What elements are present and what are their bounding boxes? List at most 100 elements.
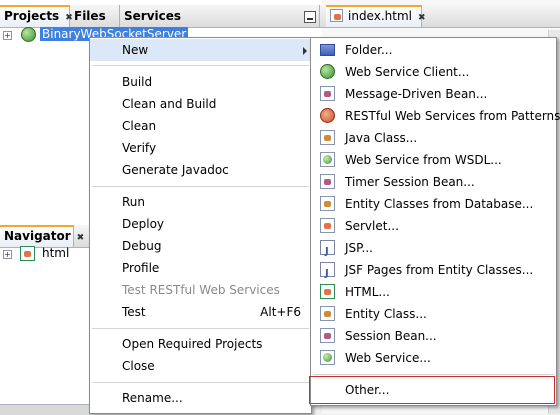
menu-item-label: Debug xyxy=(122,239,162,253)
menu-item-label: Open Required Projects xyxy=(122,337,263,351)
menu-item-label: Profile xyxy=(122,261,160,275)
submenu-item-label: JSP... xyxy=(345,241,373,255)
submenu-item-label: Folder... xyxy=(345,43,393,57)
menu-item-clean[interactable]: Clean xyxy=(90,115,311,137)
submenu-item-entity-classes-from-db[interactable]: Entity Classes from Database... xyxy=(311,193,556,215)
bean-icon xyxy=(320,328,335,343)
menu-separator xyxy=(313,374,554,375)
tab-services-label: Services xyxy=(124,9,182,23)
menu-item-label: Deploy xyxy=(122,217,165,231)
submenu-item-web-service[interactable]: Web Service... xyxy=(311,347,556,369)
entity-icon xyxy=(320,196,335,211)
tab-files-label: Files xyxy=(74,9,106,23)
submenu-item-servlet[interactable]: Servlet... xyxy=(311,215,556,237)
project-globe-icon xyxy=(21,27,36,42)
submenu-item-message-driven-bean[interactable]: Message-Driven Bean... xyxy=(311,83,556,105)
submenu-item-label: Servlet... xyxy=(345,219,399,233)
new-submenu: Folder... Web Service Client... Message-… xyxy=(310,37,560,406)
menu-separator xyxy=(92,382,309,383)
submenu-arrow-icon xyxy=(303,47,307,55)
menu-item-label: Test xyxy=(122,305,146,319)
menu-item-debug[interactable]: Debug xyxy=(90,235,311,257)
menu-separator xyxy=(92,186,309,187)
submenu-item-label: Entity Class... xyxy=(345,307,427,321)
menu-item-label: Clean xyxy=(122,119,157,133)
tab-navigator-label: Navigator xyxy=(4,229,71,243)
menu-item-build[interactable]: Build xyxy=(90,71,311,93)
html-icon xyxy=(320,284,335,299)
submenu-item-timer-session-bean[interactable]: Timer Session Bean... xyxy=(311,171,556,193)
projects-tabbar: Projects ✖ Files Services xyxy=(0,5,322,28)
menu-item-clean-and-build[interactable]: Clean and Build xyxy=(90,93,311,115)
menu-item-verify[interactable]: Verify xyxy=(90,137,311,159)
menu-item-label: Build xyxy=(122,75,153,89)
submenu-item-label: HTML... xyxy=(345,285,390,299)
submenu-item-session-bean[interactable]: Session Bean... xyxy=(311,325,556,347)
tab-projects[interactable]: Projects ✖ xyxy=(0,5,73,27)
submenu-item-label: Message-Driven Bean... xyxy=(345,87,488,101)
menu-item-label: Verify xyxy=(122,141,157,155)
jsf-icon xyxy=(320,262,335,285)
submenu-item-label: Web Service Client... xyxy=(345,65,470,79)
highlight-box xyxy=(309,376,555,404)
tab-services[interactable]: Services xyxy=(120,5,320,27)
menu-item-new[interactable]: New xyxy=(90,39,311,61)
java-class-icon xyxy=(320,130,335,145)
bean-icon xyxy=(320,86,335,101)
menu-item-rename[interactable]: Rename... xyxy=(90,387,311,409)
folder-icon xyxy=(320,44,335,56)
expand-icon[interactable]: + xyxy=(3,31,12,40)
submenu-item-label: RESTful Web Services from Patterns... xyxy=(345,109,560,123)
html-node[interactable]: html xyxy=(42,246,69,260)
submenu-item-jsp[interactable]: JSP... xyxy=(311,237,556,263)
menu-item-test-restful: Test RESTful Web Services xyxy=(90,279,311,301)
menu-item-test[interactable]: Test Alt+F6 xyxy=(90,301,311,323)
bottom-strip xyxy=(0,404,92,415)
menu-separator xyxy=(92,328,309,329)
submenu-item-entity-class[interactable]: Entity Class... xyxy=(311,303,556,325)
entity-icon xyxy=(320,306,335,321)
servlet-icon xyxy=(320,218,335,233)
editor-tabbar: index.html ✖ xyxy=(322,5,560,28)
html-node-icon xyxy=(20,246,35,261)
close-icon[interactable]: ✖ xyxy=(418,13,426,23)
minimize-icon[interactable] xyxy=(304,11,316,23)
submenu-item-label: Java Class... xyxy=(345,131,418,145)
menu-item-label: Generate Javadoc xyxy=(122,163,229,177)
web-service-client-icon xyxy=(320,64,335,79)
menu-item-open-required-projects[interactable]: Open Required Projects xyxy=(90,333,311,355)
expand-icon[interactable]: + xyxy=(3,250,12,259)
submenu-item-label: Web Service from WSDL... xyxy=(345,153,502,167)
tab-navigator[interactable]: Navigator ✖ xyxy=(0,225,84,247)
tab-index-html-label: index.html xyxy=(348,9,412,23)
submenu-item-web-service-from-wsdl[interactable]: Web Service from WSDL... xyxy=(311,149,556,171)
bean-icon xyxy=(320,174,335,189)
context-menu: New Build Clean and Build Clean Verify G… xyxy=(89,37,312,414)
submenu-item-folder[interactable]: Folder... xyxy=(311,39,556,61)
menu-item-profile[interactable]: Profile xyxy=(90,257,311,279)
menu-item-new-label: New xyxy=(122,43,149,57)
menu-item-label: Clean and Build xyxy=(122,97,217,111)
navigator-tabbar: Navigator ✖ xyxy=(0,225,92,248)
submenu-item-html[interactable]: HTML... xyxy=(311,281,556,303)
menu-item-label: Run xyxy=(122,195,146,209)
submenu-item-label: Web Service... xyxy=(345,351,431,365)
close-icon[interactable]: ✖ xyxy=(77,233,85,243)
submenu-item-label: Timer Session Bean... xyxy=(345,175,475,189)
jsp-icon xyxy=(320,240,335,263)
web-service-icon xyxy=(320,152,335,167)
tab-files[interactable]: Files xyxy=(70,5,120,27)
rest-icon xyxy=(320,108,335,123)
submenu-item-java-class[interactable]: Java Class... xyxy=(311,127,556,149)
menu-item-shortcut: Alt+F6 xyxy=(260,305,301,319)
menu-item-close[interactable]: Close xyxy=(90,355,311,377)
menu-item-generate-javadoc[interactable]: Generate Javadoc xyxy=(90,159,311,181)
submenu-item-jsf-pages[interactable]: JSF Pages from Entity Classes... xyxy=(311,259,556,285)
submenu-item-restful-from-patterns[interactable]: RESTful Web Services from Patterns... xyxy=(311,105,560,127)
html-file-icon xyxy=(330,9,343,22)
menu-item-label: Close xyxy=(122,359,155,373)
menu-item-run[interactable]: Run xyxy=(90,191,311,213)
menu-item-deploy[interactable]: Deploy xyxy=(90,213,311,235)
web-service-icon xyxy=(320,350,335,365)
submenu-item-web-service-client[interactable]: Web Service Client... xyxy=(311,61,556,83)
